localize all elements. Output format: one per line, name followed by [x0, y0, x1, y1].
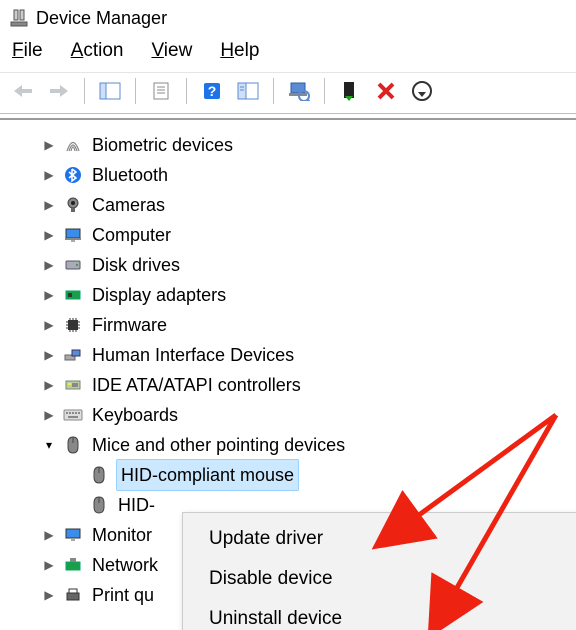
update-driver-button[interactable]	[282, 75, 316, 107]
tree-node-mice[interactable]: ▾ Mice and other pointing devices	[18, 430, 576, 460]
tree-node-keyboards[interactable]: ▶ Keyboards	[18, 400, 576, 430]
expand-arrow-icon[interactable]: ▶	[40, 280, 58, 310]
network-icon	[62, 554, 84, 576]
collapse-arrow-icon[interactable]: ▾	[40, 430, 58, 460]
mouse-icon	[88, 464, 110, 486]
monitor-icon	[62, 524, 84, 546]
tree-node-biometric[interactable]: ▶ Biometric devices	[18, 130, 576, 160]
toolbar-bottom-border	[0, 118, 576, 126]
expand-arrow-icon[interactable]: ▶	[40, 220, 58, 250]
tree-node-ide[interactable]: ▶ IDE ATA/ATAPI controllers	[18, 370, 576, 400]
tree-node-label: Display adapters	[90, 280, 228, 310]
tree-node-label: HID-	[116, 490, 157, 520]
tree-node-label: Computer	[90, 220, 173, 250]
scan-hardware-button[interactable]	[405, 75, 439, 107]
tree-node-firmware[interactable]: ▶ Firmware	[18, 310, 576, 340]
tree-node-label: IDE ATA/ATAPI controllers	[90, 370, 303, 400]
firmware-icon	[62, 314, 84, 336]
tree-node-display[interactable]: ▶ Display adapters	[18, 280, 576, 310]
menu-help[interactable]: Help	[220, 40, 259, 62]
expand-arrow-icon[interactable]: ▶	[40, 310, 58, 340]
tree-node-computer[interactable]: ▶ Computer	[18, 220, 576, 250]
hid-icon	[62, 344, 84, 366]
toolbar: ?	[0, 72, 576, 114]
menubar: File Action View Help	[0, 36, 576, 72]
tree-node-label: Monitor	[90, 520, 154, 550]
expand-arrow-icon[interactable]: ▶	[40, 340, 58, 370]
uninstall-device-button[interactable]	[369, 75, 403, 107]
expand-arrow-icon[interactable]: ▶	[40, 250, 58, 280]
titlebar: Device Manager	[0, 0, 576, 36]
bluetooth-icon	[62, 164, 84, 186]
scan-button[interactable]	[231, 75, 265, 107]
tree-node-label: Cameras	[90, 190, 167, 220]
camera-icon	[62, 194, 84, 216]
window-title: Device Manager	[36, 8, 167, 29]
tree-node-label: Bluetooth	[90, 160, 170, 190]
ide-icon	[62, 374, 84, 396]
tree-node-bluetooth[interactable]: ▶ Bluetooth	[18, 160, 576, 190]
menu-file[interactable]: File	[12, 40, 43, 62]
expand-arrow-icon[interactable]: ▶	[40, 400, 58, 430]
tree-node-hid[interactable]: ▶ Human Interface Devices	[18, 340, 576, 370]
toolbar-sep	[135, 78, 136, 104]
expand-arrow-icon[interactable]: ▶	[40, 580, 58, 610]
mouse-icon	[62, 434, 84, 456]
tree-node-hid-mouse-1[interactable]: HID-compliant mouse	[18, 460, 576, 490]
expand-arrow-icon[interactable]: ▶	[40, 370, 58, 400]
toolbar-sep	[273, 78, 274, 104]
properties-button[interactable]	[144, 75, 178, 107]
tree-node-label: Firmware	[90, 310, 169, 340]
expand-arrow-icon[interactable]: ▶	[40, 160, 58, 190]
tree-node-label: HID-compliant mouse	[116, 459, 299, 491]
keyboard-icon	[62, 404, 84, 426]
toolbar-sep	[84, 78, 85, 104]
context-menu: Update driver Disable device Uninstall d…	[182, 512, 576, 630]
back-button[interactable]	[6, 75, 40, 107]
expand-arrow-icon[interactable]: ▶	[40, 190, 58, 220]
expand-arrow-icon[interactable]: ▶	[40, 130, 58, 160]
device-manager-icon	[8, 7, 30, 29]
tree-node-diskdrives[interactable]: ▶ Disk drives	[18, 250, 576, 280]
monitor-icon	[62, 224, 84, 246]
printer-icon	[62, 584, 84, 606]
tree-node-label: Print qu	[90, 580, 156, 610]
fingerprint-icon	[62, 134, 84, 156]
tree-node-cameras[interactable]: ▶ Cameras	[18, 190, 576, 220]
tree-node-label: Biometric devices	[90, 130, 235, 160]
disk-icon	[62, 254, 84, 276]
ctx-uninstall-device[interactable]: Uninstall device	[183, 599, 576, 630]
tree-node-label: Keyboards	[90, 400, 180, 430]
svg-text:?: ?	[208, 83, 217, 99]
ctx-update-driver[interactable]: Update driver	[183, 519, 576, 559]
mouse-icon	[88, 494, 110, 516]
ctx-disable-device[interactable]: Disable device	[183, 559, 576, 599]
menu-view[interactable]: View	[151, 40, 192, 62]
forward-button[interactable]	[42, 75, 76, 107]
tree-node-label: Human Interface Devices	[90, 340, 296, 370]
display-adapter-icon	[62, 284, 84, 306]
enable-device-button[interactable]	[333, 75, 367, 107]
show-console-tree-button[interactable]	[93, 75, 127, 107]
expand-arrow-icon[interactable]: ▶	[40, 550, 58, 580]
menu-action[interactable]: Action	[71, 40, 124, 62]
help-button[interactable]: ?	[195, 75, 229, 107]
expand-arrow-icon[interactable]: ▶	[40, 520, 58, 550]
toolbar-sep	[186, 78, 187, 104]
tree-node-label: Network	[90, 550, 160, 580]
tree-node-label: Disk drives	[90, 250, 182, 280]
tree-node-label: Mice and other pointing devices	[90, 430, 347, 460]
toolbar-sep	[324, 78, 325, 104]
